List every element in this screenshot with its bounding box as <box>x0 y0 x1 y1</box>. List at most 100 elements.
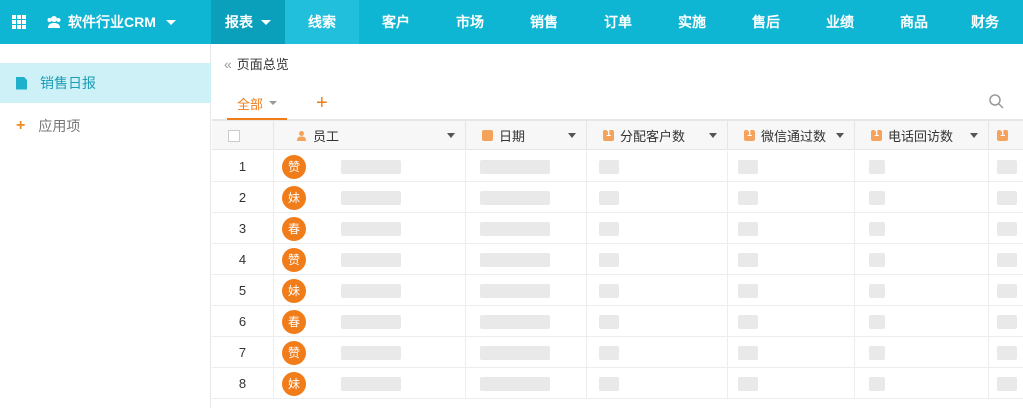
value-cell[interactable] <box>989 306 1023 337</box>
nav-item-after-sales[interactable]: 售后 <box>729 0 803 44</box>
employee-cell[interactable]: 妹 <box>274 182 466 213</box>
collapse-sidebar-icon[interactable]: « <box>224 56 232 72</box>
column-header-more[interactable] <box>989 121 1023 150</box>
value-cell[interactable] <box>728 368 855 399</box>
value-cell[interactable] <box>855 275 989 306</box>
redacted-value <box>869 345 885 360</box>
value-cell[interactable] <box>466 306 587 337</box>
employee-cell[interactable]: 赞 <box>274 337 466 368</box>
value-cell[interactable] <box>587 337 728 368</box>
table-row[interactable]: 7赞 <box>212 337 1023 368</box>
value-cell[interactable] <box>989 182 1023 213</box>
nav-item-orders[interactable]: 订单 <box>581 0 655 44</box>
value-cell[interactable] <box>989 213 1023 244</box>
app-switcher[interactable]: 软件行业CRM <box>0 0 211 44</box>
value-cell[interactable] <box>728 275 855 306</box>
chevron-down-icon[interactable] <box>269 101 278 105</box>
employee-cell[interactable]: 赞 <box>274 151 466 182</box>
value-cell[interactable] <box>587 368 728 399</box>
value-cell[interactable] <box>466 337 587 368</box>
apps-grid-icon[interactable] <box>12 15 26 29</box>
add-view-button[interactable]: + <box>316 91 328 115</box>
nav-item-finance[interactable]: 财务 <box>951 0 1019 44</box>
redacted-value <box>341 252 401 267</box>
chevron-down-icon[interactable] <box>447 133 455 138</box>
value-cell[interactable] <box>587 244 728 275</box>
column-header-date[interactable]: 日期 <box>466 121 587 150</box>
value-cell[interactable] <box>855 337 989 368</box>
page-title: 页面总览 <box>236 57 289 72</box>
value-cell[interactable] <box>989 337 1023 368</box>
nav-item-customers[interactable]: 客户 <box>359 0 433 44</box>
column-header-phone-followups[interactable]: 电话回访数 <box>855 121 989 150</box>
nav-item-leads[interactable]: 线索 <box>285 0 359 44</box>
value-cell[interactable] <box>728 306 855 337</box>
table-row[interactable]: 1赞 <box>212 151 1023 182</box>
value-cell[interactable] <box>728 337 855 368</box>
value-cell[interactable] <box>466 151 587 182</box>
redacted-value <box>869 314 885 329</box>
nav-item-sales[interactable]: 销售 <box>507 0 581 44</box>
employee-cell[interactable]: 赞 <box>274 244 466 275</box>
value-cell[interactable] <box>587 151 728 182</box>
employee-cell[interactable]: 春 <box>274 213 466 244</box>
sidebar-item-label: 应用项 <box>38 118 81 134</box>
value-cell[interactable] <box>466 182 587 213</box>
value-cell[interactable] <box>989 244 1023 275</box>
chevron-down-icon[interactable] <box>165 19 176 25</box>
table-row[interactable]: 2妹 <box>212 182 1023 213</box>
value-cell[interactable] <box>587 275 728 306</box>
tab-all[interactable]: 全部 <box>227 88 288 120</box>
employee-cell[interactable]: 春 <box>274 306 466 337</box>
select-all-checkbox[interactable] <box>228 129 240 142</box>
column-header-wechat-approved[interactable]: 微信通过数 <box>728 121 855 150</box>
value-cell[interactable] <box>466 368 587 399</box>
value-cell[interactable] <box>587 213 728 244</box>
value-cell[interactable] <box>855 306 989 337</box>
value-cell[interactable] <box>855 244 989 275</box>
main-content: « 页面总览 全部 + 员工 日期 1 分配客户数 1 微信通过数 1 电话回访… <box>212 44 1023 408</box>
value-cell[interactable] <box>466 244 587 275</box>
nav-item-reports[interactable]: 报表 <box>211 0 285 44</box>
value-cell[interactable] <box>587 306 728 337</box>
search-icon[interactable] <box>988 93 1004 109</box>
table-row[interactable]: 6春 <box>212 306 1023 337</box>
column-header-assigned-customers[interactable]: 分配客户数 <box>587 121 728 150</box>
value-cell[interactable] <box>728 151 855 182</box>
nav-item-market[interactable]: 市场 <box>433 0 507 44</box>
chevron-down-icon[interactable] <box>970 133 978 138</box>
value-cell[interactable] <box>989 368 1023 399</box>
table-row[interactable]: 4赞 <box>212 244 1023 275</box>
value-cell[interactable] <box>989 151 1023 182</box>
value-cell[interactable] <box>855 368 989 399</box>
avatar: 赞 <box>282 154 306 179</box>
select-all-column <box>212 121 274 150</box>
table-row[interactable]: 8妹 <box>212 368 1023 399</box>
nav-item-performance[interactable]: 业绩 <box>803 0 877 44</box>
chevron-down-icon[interactable] <box>568 133 576 138</box>
value-cell[interactable] <box>728 213 855 244</box>
table-row[interactable]: 3春 <box>212 213 1023 244</box>
chevron-down-icon[interactable] <box>836 133 844 138</box>
value-cell[interactable] <box>728 244 855 275</box>
value-cell[interactable] <box>855 182 989 213</box>
employee-cell[interactable]: 妹 <box>274 368 466 399</box>
table-row[interactable]: 5妹 <box>212 275 1023 306</box>
column-header-employee[interactable]: 员工 <box>274 121 466 150</box>
row-index: 7 <box>212 337 274 368</box>
sidebar-item-apps[interactable]: + 应用项 <box>0 106 211 146</box>
value-cell[interactable] <box>855 213 989 244</box>
redacted-value <box>480 190 550 205</box>
employee-cell[interactable]: 妹 <box>274 275 466 306</box>
chevron-down-icon[interactable] <box>709 133 717 138</box>
value-cell[interactable] <box>466 275 587 306</box>
sidebar-item-daily-report[interactable]: 销售日报 <box>0 63 211 103</box>
column-label: 日期 <box>499 129 526 144</box>
nav-item-products[interactable]: 商品 <box>877 0 951 44</box>
value-cell[interactable] <box>466 213 587 244</box>
nav-item-implementation[interactable]: 实施 <box>655 0 729 44</box>
value-cell[interactable] <box>989 275 1023 306</box>
value-cell[interactable] <box>587 182 728 213</box>
value-cell[interactable] <box>855 151 989 182</box>
value-cell[interactable] <box>728 182 855 213</box>
